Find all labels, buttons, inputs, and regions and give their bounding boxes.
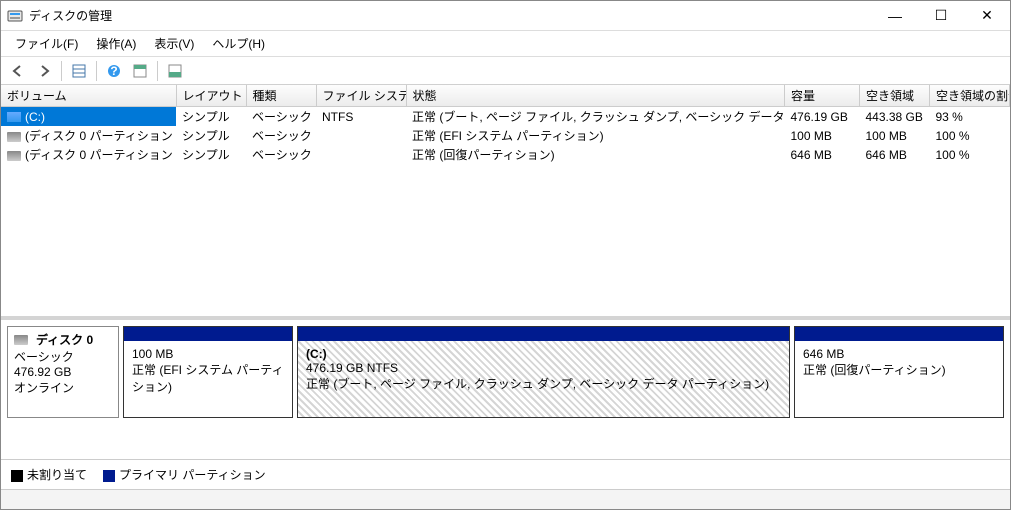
cell-fs: NTFS — [316, 107, 406, 127]
disk-size: 476.92 GB — [14, 365, 112, 379]
cell-capacity: 476.19 GB — [785, 107, 860, 127]
cell-free: 100 MB — [860, 126, 930, 145]
cell-layout: シンプル — [176, 145, 246, 164]
disk-info[interactable]: ディスク 0 ベーシック 476.92 GB オンライン — [7, 326, 119, 418]
col-status[interactable]: 状態 — [406, 85, 785, 107]
toolbar: ? — [1, 57, 1010, 85]
svg-text:?: ? — [110, 64, 117, 78]
partition[interactable]: 100 MB 正常 (EFI システム パーティション) — [123, 326, 293, 418]
cell-free: 443.38 GB — [860, 107, 930, 127]
volume-icon — [7, 112, 21, 122]
cell-layout: シンプル — [176, 126, 246, 145]
volume-name: (ディスク 0 パーティション 1) — [25, 129, 176, 143]
disk-type: ベーシック — [14, 348, 112, 365]
cell-freepct: 93 % — [930, 107, 1010, 127]
disk-state: オンライン — [14, 379, 112, 396]
disk-map: ディスク 0 ベーシック 476.92 GB オンライン 100 MB 正常 (… — [1, 320, 1010, 459]
cell-layout: シンプル — [176, 107, 246, 127]
partition-size: 476.19 GB NTFS — [306, 361, 781, 375]
partition-stripe — [795, 327, 1003, 341]
col-layout[interactable]: レイアウト — [176, 85, 246, 107]
forward-button[interactable] — [33, 60, 55, 82]
volume-name: (C:) — [25, 110, 45, 124]
maximize-button[interactable]: ☐ — [918, 1, 964, 30]
volume-list[interactable]: ボリューム レイアウト 種類 ファイル システム 状態 容量 空き領域 空き領域… — [1, 85, 1010, 320]
cell-type: ベーシック — [246, 126, 316, 145]
volume-row[interactable]: (ディスク 0 パーティション 4) シンプル ベーシック 正常 (回復パーティ… — [1, 145, 1010, 164]
app-icon — [7, 8, 23, 24]
cell-free: 646 MB — [860, 145, 930, 164]
legend-unallocated: 未割り当て — [11, 466, 87, 483]
cell-fs — [316, 126, 406, 145]
col-free[interactable]: 空き領域 — [860, 85, 930, 107]
cell-capacity: 100 MB — [785, 126, 860, 145]
volume-row[interactable]: (ディスク 0 パーティション 1) シンプル ベーシック 正常 (EFI シス… — [1, 126, 1010, 145]
disk-row[interactable]: ディスク 0 ベーシック 476.92 GB オンライン 100 MB 正常 (… — [7, 326, 1004, 418]
col-freepct[interactable]: 空き領域の割合 — [930, 85, 1010, 107]
menu-bar: ファイル(F) 操作(A) 表示(V) ヘルプ(H) — [1, 31, 1010, 57]
toolbar-separator — [61, 61, 62, 81]
back-button[interactable] — [7, 60, 29, 82]
volume-name: (ディスク 0 パーティション 4) — [25, 148, 176, 162]
partition-size: 646 MB — [803, 347, 995, 361]
volume-icon — [7, 151, 21, 161]
partition-size: 100 MB — [132, 347, 284, 361]
col-capacity[interactable]: 容量 — [785, 85, 860, 107]
volume-icon — [7, 132, 21, 142]
toolbar-separator — [96, 61, 97, 81]
menu-view[interactable]: 表示(V) — [146, 33, 202, 54]
menu-help[interactable]: ヘルプ(H) — [204, 33, 273, 54]
col-filesystem[interactable]: ファイル システム — [316, 85, 406, 107]
swatch-unallocated — [11, 470, 23, 482]
title-bar: ディスクの管理 — ☐ ✕ — [1, 1, 1010, 31]
view-top-button[interactable] — [129, 60, 151, 82]
cell-freepct: 100 % — [930, 126, 1010, 145]
volume-row[interactable]: (C:) シンプル ベーシック NTFS 正常 (ブート, ページ ファイル, … — [1, 107, 1010, 127]
col-volume[interactable]: ボリューム — [1, 85, 176, 107]
disk-icon — [14, 335, 28, 345]
window-buttons: — ☐ ✕ — [872, 1, 1010, 30]
status-bar — [1, 489, 1010, 509]
partition-status: 正常 (EFI システム パーティション) — [132, 361, 284, 395]
partitions: 100 MB 正常 (EFI システム パーティション) (C:) 476.19… — [123, 326, 1004, 418]
close-button[interactable]: ✕ — [964, 1, 1010, 30]
partition-stripe — [298, 327, 789, 341]
minimize-button[interactable]: — — [872, 1, 918, 30]
cell-status: 正常 (回復パーティション) — [406, 145, 785, 164]
cell-fs — [316, 145, 406, 164]
cell-freepct: 100 % — [930, 145, 1010, 164]
swatch-primary — [103, 470, 115, 482]
cell-type: ベーシック — [246, 145, 316, 164]
cell-type: ベーシック — [246, 107, 316, 127]
view-bottom-button[interactable] — [164, 60, 186, 82]
cell-status: 正常 (ブート, ページ ファイル, クラッシュ ダンプ, ベーシック データ … — [406, 107, 785, 127]
partition-status: 正常 (ブート, ページ ファイル, クラッシュ ダンプ, ベーシック データ … — [306, 375, 781, 392]
help-button[interactable]: ? — [103, 60, 125, 82]
partition[interactable]: (C:) 476.19 GB NTFS 正常 (ブート, ページ ファイル, ク… — [297, 326, 790, 418]
window-title: ディスクの管理 — [29, 7, 872, 24]
col-type[interactable]: 種類 — [246, 85, 316, 107]
menu-action[interactable]: 操作(A) — [88, 33, 144, 54]
partition-label: (C:) — [306, 347, 781, 361]
partition-status: 正常 (回復パーティション) — [803, 361, 995, 378]
partition-stripe — [124, 327, 292, 341]
toolbar-separator — [157, 61, 158, 81]
cell-status: 正常 (EFI システム パーティション) — [406, 126, 785, 145]
partition[interactable]: 646 MB 正常 (回復パーティション) — [794, 326, 1004, 418]
view-list-button[interactable] — [68, 60, 90, 82]
menu-file[interactable]: ファイル(F) — [7, 33, 86, 54]
legend: 未割り当て プライマリ パーティション — [1, 459, 1010, 489]
cell-capacity: 646 MB — [785, 145, 860, 164]
disk-name: ディスク 0 — [36, 331, 93, 348]
legend-primary: プライマリ パーティション — [103, 466, 266, 483]
